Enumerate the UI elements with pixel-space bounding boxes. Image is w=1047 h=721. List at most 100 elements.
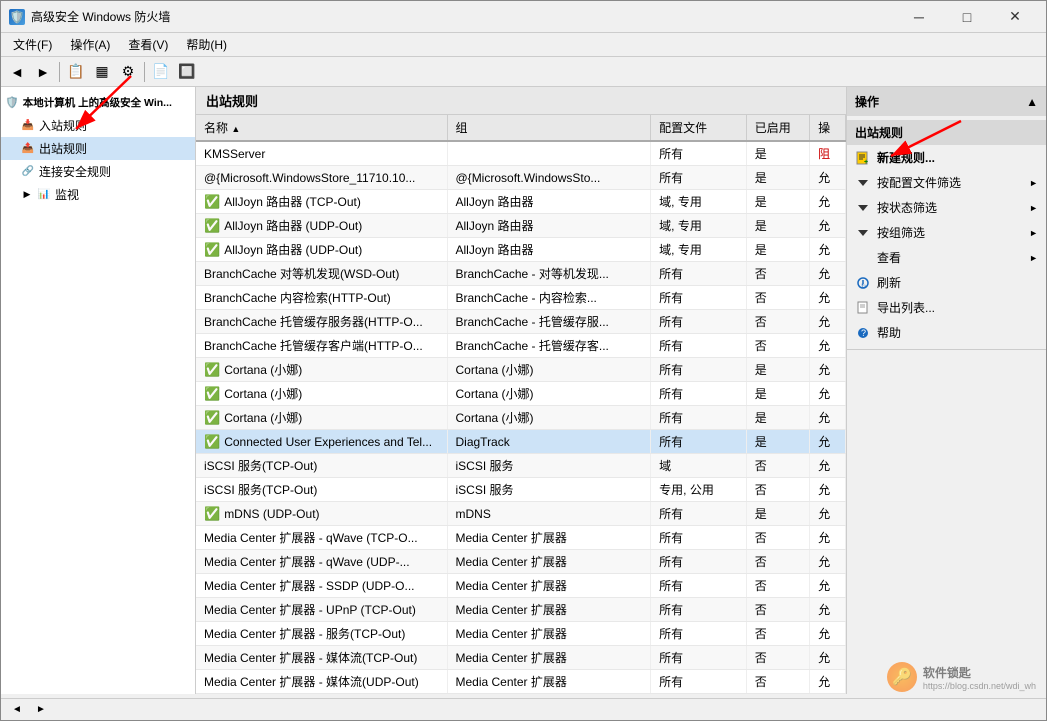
- cell-enabled: 是: [746, 141, 809, 166]
- minimize-button[interactable]: ─: [896, 3, 942, 31]
- table-row[interactable]: ✅AllJoyn 路由器 (UDP-Out)AllJoyn 路由器域, 专用是允: [196, 238, 846, 262]
- cell-action: 允: [810, 262, 846, 286]
- sidebar-item-inbound[interactable]: 📥 入站规则: [1, 114, 195, 137]
- connection-icon: 🔗: [21, 165, 35, 179]
- action-item-1[interactable]: 按配置文件筛选►: [847, 170, 1046, 195]
- table-row[interactable]: Media Center 扩展器 - 媒体流(UDP-Out)Media Cen…: [196, 670, 846, 694]
- content-area: 出站规则 名称 ▲ 组 配置文件 已启用 操 KMSServer所有是阻@{Mi…: [196, 87, 846, 694]
- close-button[interactable]: ✕: [992, 3, 1038, 31]
- scroll-left-btn[interactable]: ◄: [9, 702, 25, 718]
- cell-enabled: 否: [746, 598, 809, 622]
- table-row[interactable]: ✅AllJoyn 路由器 (UDP-Out)AllJoyn 路由器域, 专用是允: [196, 214, 846, 238]
- table-row[interactable]: Media Center 扩展器 - 服务(TCP-Out)Media Cent…: [196, 622, 846, 646]
- cell-name: ✅Microsoft Store: [196, 694, 447, 695]
- table-row[interactable]: iSCSI 服务(TCP-Out)iSCSI 服务专用, 公用否允: [196, 478, 846, 502]
- cell-enabled: 否: [746, 454, 809, 478]
- check-icon: ✅: [204, 386, 220, 402]
- toolbar-separator-2: [144, 62, 145, 82]
- table-row[interactable]: KMSServer所有是阻: [196, 141, 846, 166]
- cell-group: iSCSI 服务: [447, 478, 651, 502]
- right-panel-section: 出站规则 +新建规则...按配置文件筛选►按状态筛选►按组筛选►查看►↻刷新导出…: [847, 116, 1046, 350]
- cell-action: 允: [810, 622, 846, 646]
- col-group[interactable]: 组: [447, 115, 651, 141]
- cell-enabled: 否: [746, 622, 809, 646]
- table-row[interactable]: Media Center 扩展器 - qWave (TCP-O...Media …: [196, 526, 846, 550]
- action-label-4: 查看: [877, 249, 901, 266]
- col-profile[interactable]: 配置文件: [651, 115, 747, 141]
- check-icon: ✅: [204, 506, 220, 522]
- action-item-5[interactable]: ↻刷新: [847, 270, 1046, 295]
- table-row[interactable]: Media Center 扩展器 - SSDP (UDP-O...Media C…: [196, 574, 846, 598]
- cell-enabled: 是: [746, 214, 809, 238]
- toolbar-btn-5[interactable]: ⚙: [116, 60, 140, 84]
- cell-group: iSCSI 服务: [447, 454, 651, 478]
- menu-action[interactable]: 操作(A): [62, 34, 118, 55]
- cell-name: ✅Cortana (小娜): [196, 382, 447, 406]
- menu-file[interactable]: 文件(F): [5, 34, 60, 55]
- cell-name: KMSServer: [196, 141, 447, 166]
- cell-name: ✅mDNS (UDP-Out): [196, 502, 447, 526]
- table-body: KMSServer所有是阻@{Microsoft.WindowsStore_11…: [196, 141, 846, 694]
- cell-enabled: 是: [746, 358, 809, 382]
- cell-enabled: 是: [746, 430, 809, 454]
- scroll-right-btn[interactable]: ►: [33, 702, 49, 718]
- action-item-2[interactable]: 按状态筛选►: [847, 195, 1046, 220]
- table-container[interactable]: 名称 ▲ 组 配置文件 已启用 操 KMSServer所有是阻@{Microso…: [196, 115, 846, 694]
- forward-button[interactable]: ►: [31, 60, 55, 84]
- cell-enabled: 否: [746, 670, 809, 694]
- table-row[interactable]: BranchCache 托管缓存客户端(HTTP-O...BranchCache…: [196, 334, 846, 358]
- col-enabled[interactable]: 已启用: [746, 115, 809, 141]
- cell-name: ✅AllJoyn 路由器 (UDP-Out): [196, 214, 447, 238]
- cell-action: 允: [810, 550, 846, 574]
- toolbar-btn-7[interactable]: 🔲: [175, 60, 199, 84]
- sidebar-item-monitor[interactable]: ▶ 📊 监视: [1, 183, 195, 206]
- menu-view[interactable]: 查看(V): [120, 34, 176, 55]
- action-item-4[interactable]: 查看►: [847, 245, 1046, 270]
- table-row[interactable]: ✅mDNS (UDP-Out)mDNS所有是允: [196, 502, 846, 526]
- table-row[interactable]: Media Center 扩展器 - UPnP (TCP-Out)Media C…: [196, 598, 846, 622]
- cell-name: Media Center 扩展器 - 媒体流(UDP-Out): [196, 670, 447, 694]
- table-row[interactable]: ✅Connected User Experiences and Tel...Di…: [196, 430, 846, 454]
- section-title-text: 出站规则: [855, 124, 903, 141]
- action-item-7[interactable]: ?帮助: [847, 320, 1046, 345]
- action-item-6[interactable]: 导出列表...: [847, 295, 1046, 320]
- monitor-arrow[interactable]: ▶: [21, 189, 33, 201]
- toolbar-btn-3[interactable]: 📋: [64, 60, 88, 84]
- toolbar-btn-4[interactable]: ▦: [90, 60, 114, 84]
- action-icon-7: ?: [855, 325, 871, 341]
- table-row[interactable]: ✅Microsoft StoreMicrosoft Store所有是允: [196, 694, 846, 695]
- check-icon: ✅: [204, 434, 220, 450]
- cell-action: 允: [810, 478, 846, 502]
- table-row[interactable]: BranchCache 对等机发现(WSD-Out)BranchCache - …: [196, 262, 846, 286]
- cell-profile: 所有: [651, 430, 747, 454]
- action-item-0[interactable]: +新建规则...: [847, 145, 1046, 170]
- cell-enabled: 是: [746, 166, 809, 190]
- table-row[interactable]: Media Center 扩展器 - qWave (UDP-...Media C…: [196, 550, 846, 574]
- table-row[interactable]: @{Microsoft.WindowsStore_11710.10...@{Mi…: [196, 166, 846, 190]
- table-row[interactable]: ✅Cortana (小娜)Cortana (小娜)所有是允: [196, 382, 846, 406]
- sidebar-item-connection[interactable]: 🔗 连接安全规则: [1, 160, 195, 183]
- col-name[interactable]: 名称 ▲: [196, 115, 447, 141]
- right-panel-section-title: 出站规则: [847, 120, 1046, 145]
- table-row[interactable]: Media Center 扩展器 - 媒体流(TCP-Out)Media Cen…: [196, 646, 846, 670]
- table-row[interactable]: iSCSI 服务(TCP-Out)iSCSI 服务域否允: [196, 454, 846, 478]
- table-row[interactable]: ✅Cortana (小娜)Cortana (小娜)所有是允: [196, 406, 846, 430]
- table-row[interactable]: ✅AllJoyn 路由器 (TCP-Out)AllJoyn 路由器域, 专用是允: [196, 190, 846, 214]
- col-action[interactable]: 操: [810, 115, 846, 141]
- title-bar-controls: ─ □ ✕: [896, 3, 1038, 31]
- cell-name: Media Center 扩展器 - 服务(TCP-Out): [196, 622, 447, 646]
- cell-name: BranchCache 内容检索(HTTP-Out): [196, 286, 447, 310]
- action-item-3[interactable]: 按组筛选►: [847, 220, 1046, 245]
- cell-enabled: 否: [746, 478, 809, 502]
- table-row[interactable]: ✅Cortana (小娜)Cortana (小娜)所有是允: [196, 358, 846, 382]
- table-row[interactable]: BranchCache 托管缓存服务器(HTTP-O...BranchCache…: [196, 310, 846, 334]
- menu-help[interactable]: 帮助(H): [178, 34, 235, 55]
- actions-container: +新建规则...按配置文件筛选►按状态筛选►按组筛选►查看►↻刷新导出列表...…: [847, 145, 1046, 345]
- collapse-icon[interactable]: ▲: [1026, 95, 1038, 109]
- maximize-button[interactable]: □: [944, 3, 990, 31]
- back-button[interactable]: ◄: [5, 60, 29, 84]
- toolbar-btn-6[interactable]: 📄: [149, 60, 173, 84]
- table-row[interactable]: BranchCache 内容检索(HTTP-Out)BranchCache - …: [196, 286, 846, 310]
- cell-enabled: 是: [746, 694, 809, 695]
- sidebar-item-outbound[interactable]: 📤 出站规则: [1, 137, 195, 160]
